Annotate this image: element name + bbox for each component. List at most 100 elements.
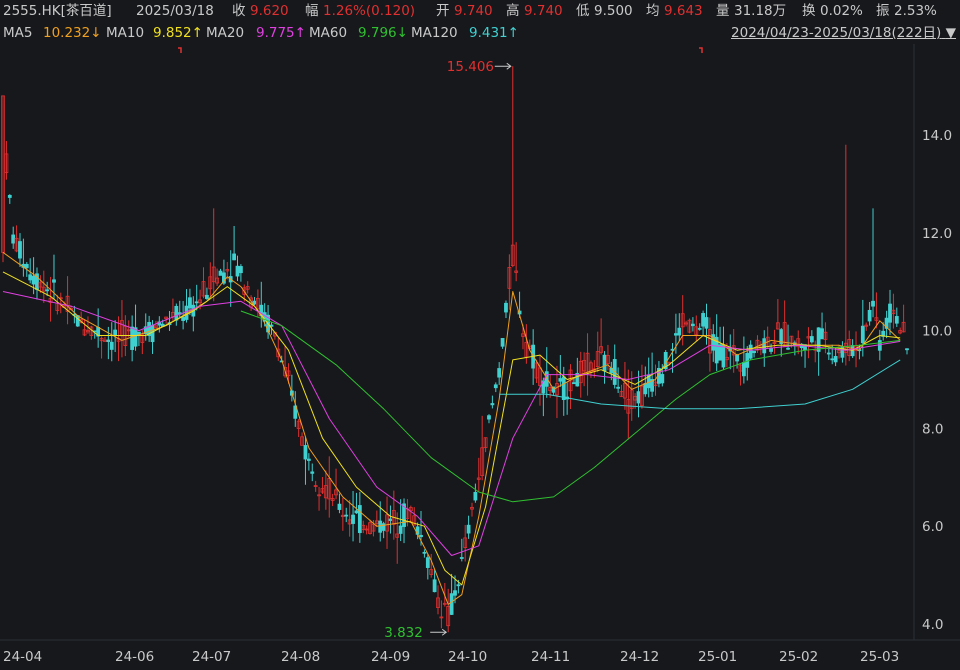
candle-body (252, 300, 257, 305)
candle-body (7, 194, 12, 198)
x-tick-label: 24-09 (371, 649, 410, 665)
candle-body (741, 362, 746, 377)
candle-body (905, 348, 909, 351)
ma5-value: 10.232↓ (43, 25, 102, 41)
candle-body (113, 329, 118, 336)
candle-body (351, 514, 355, 524)
ma20-label: MA20 (206, 25, 245, 41)
amplitude-value: 2.53% (894, 3, 937, 19)
max-price-annotation: 15.406 (447, 59, 494, 75)
candle-body (174, 305, 179, 321)
candle-body (45, 289, 50, 292)
candle-body (449, 593, 454, 615)
candle-body (820, 328, 824, 340)
ma20-value: 9.775↑ (256, 25, 306, 41)
change-value: 1.26%(0.120) (323, 3, 416, 19)
open-label: 开 (436, 3, 450, 19)
candlestick-chart[interactable]: 4.0 6.0 8.0 10.0 12.0 14.0 24-04 24-06 24-07 24-0… (0, 44, 960, 670)
candle-body (11, 234, 16, 244)
ma5-label: MA5 (3, 25, 33, 41)
y-tick-label: 6.0 (922, 519, 943, 535)
x-tick-label: 24-04 (3, 649, 42, 665)
candle-body (493, 384, 498, 389)
candle-body (752, 350, 756, 354)
candle-body (181, 317, 186, 321)
candle-body (378, 520, 383, 533)
candle-body (106, 339, 111, 342)
candle-body (894, 316, 899, 324)
ma10-value: 9.852↑ (153, 25, 203, 41)
change-label: 幅 (305, 3, 319, 19)
ma-line-ma20 (2, 291, 901, 556)
candle-body (133, 327, 138, 347)
close-label: 收 (232, 3, 246, 19)
amplitude-label: 振 (876, 3, 890, 19)
close-value: 9.620 (250, 3, 289, 19)
candle-body (690, 323, 695, 327)
date-range-text: 2024/04/23-2025/03/18(222日) (731, 25, 942, 41)
date-range-selector[interactable]: 2024/04/23-2025/03/18(222日) ▼ (731, 22, 956, 44)
candle-body (769, 347, 773, 352)
candle-body (833, 356, 838, 363)
candle-body (310, 471, 315, 474)
candle-body (786, 347, 790, 350)
candle-body (888, 303, 892, 323)
event-marker-icon[interactable] (699, 47, 703, 53)
candle-body (453, 590, 457, 596)
candle-body (497, 368, 502, 378)
turnover-value: 0.02% (820, 3, 863, 19)
candle-body (575, 372, 580, 387)
candle-body (232, 253, 236, 261)
candle-body (867, 309, 872, 322)
candle-body (205, 294, 209, 299)
candle-body (572, 382, 576, 385)
candle-body (194, 301, 199, 304)
y-tick-label: 4.0 (922, 617, 943, 633)
ma60-value: 9.796↓ (358, 25, 408, 41)
candle-body (456, 584, 461, 587)
candle-body (735, 354, 739, 362)
y-tick-label: 10.0 (922, 324, 952, 340)
candle-body (24, 263, 29, 269)
candle-body (558, 378, 563, 382)
candle-body (748, 344, 753, 359)
x-tick-label: 24-12 (620, 649, 659, 665)
candle-body (425, 557, 430, 568)
candle-body (660, 374, 665, 384)
candle-body (238, 266, 243, 274)
candle-body (75, 315, 80, 327)
candle-body (701, 313, 705, 327)
candle-body (704, 317, 709, 329)
candle-body (490, 403, 495, 406)
quote-header: 2555.HK[茶百道] 2025/03/18 收 9.620 幅 1.26%(… (0, 0, 960, 22)
candle-body (398, 525, 403, 534)
candle-body (235, 265, 240, 277)
candles (1, 66, 909, 633)
x-tick-label: 24-08 (281, 649, 320, 665)
candle-body (473, 491, 478, 501)
candle-body (487, 415, 491, 420)
candle-body (422, 551, 427, 554)
x-tick-label: 24-11 (531, 649, 570, 665)
candle-body (830, 358, 835, 361)
event-marker-icon[interactable] (178, 47, 182, 53)
y-tick-label: 12.0 (922, 226, 952, 242)
x-tick-label: 25-03 (860, 649, 899, 665)
candle-body (432, 579, 437, 593)
candle-body (674, 333, 678, 336)
candle-body (762, 338, 767, 354)
ma-line-ma10 (2, 271, 901, 586)
volume-label: 量 (716, 3, 730, 19)
x-tick-label: 25-02 (779, 649, 818, 665)
avg-value: 9.643 (664, 3, 703, 19)
high-label: 高 (506, 3, 520, 19)
x-tick-label: 24-06 (115, 649, 154, 665)
ma-line-ma120 (499, 359, 901, 410)
open-value: 9.740 (454, 3, 493, 19)
candle-body (860, 325, 865, 344)
candle-body (337, 503, 342, 510)
dropdown-triangle-icon[interactable]: ▼ (946, 25, 956, 41)
ma120-label: MA120 (411, 25, 458, 41)
x-tick-label: 24-07 (192, 649, 231, 665)
low-value: 9.500 (594, 3, 633, 19)
